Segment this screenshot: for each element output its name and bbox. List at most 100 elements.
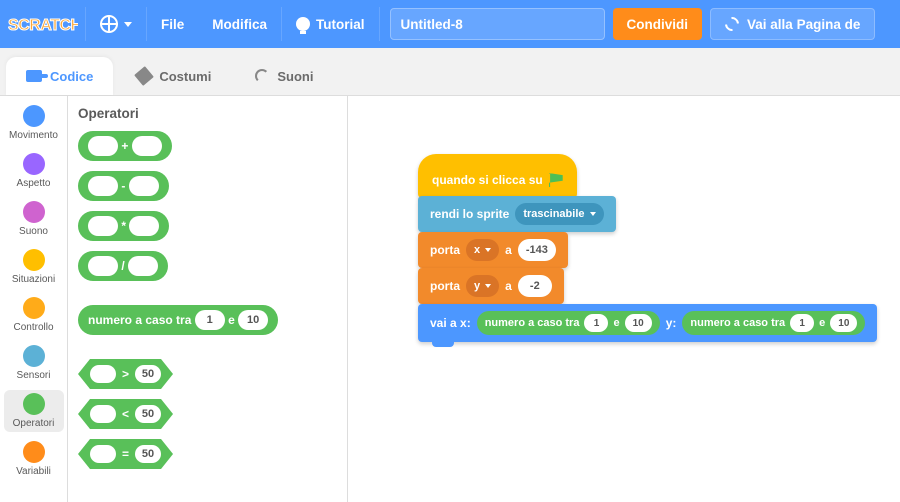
number-input[interactable]: 10 (625, 314, 652, 332)
number-input[interactable]: 10 (830, 314, 857, 332)
drag-mode-value: trascinabile (523, 208, 584, 220)
drag-label: rendi lo sprite (430, 207, 509, 221)
sound-icon (255, 69, 269, 83)
share-button[interactable]: Condividi (613, 8, 703, 40)
chevron-down-icon (590, 212, 596, 216)
language-menu[interactable] (86, 0, 146, 48)
operator-lt-block[interactable]: < 50 (78, 399, 173, 429)
category-variables[interactable]: Variabili (4, 438, 64, 480)
number-input[interactable] (90, 445, 116, 463)
category-dot (23, 297, 45, 319)
number-input[interactable] (88, 256, 118, 276)
set-label: porta (430, 243, 460, 257)
globe-icon (100, 15, 118, 33)
number-input[interactable] (90, 365, 116, 383)
operator-multiply-block[interactable]: * (78, 211, 169, 241)
number-input[interactable]: -2 (518, 275, 552, 297)
when-flag-clicked-block[interactable]: quando si clicca su (418, 154, 577, 198)
remix-icon (722, 14, 742, 34)
number-input[interactable] (128, 256, 158, 276)
see-project-page-button[interactable]: Vai alla Pagina de (710, 8, 875, 40)
script-canvas[interactable]: quando si clicca su rendi lo sprite tras… (348, 96, 900, 502)
file-menu[interactable]: File (147, 0, 198, 48)
set-x-block[interactable]: porta x a -143 (418, 232, 568, 268)
number-input[interactable]: 50 (135, 405, 161, 423)
category-label: Situazioni (12, 274, 55, 285)
variable-dropdown[interactable]: y (466, 275, 499, 297)
category-label: Sensori (17, 370, 51, 381)
set-y-block[interactable]: porta y a -2 (418, 268, 564, 304)
operator-eq-block[interactable]: = 50 (78, 439, 173, 469)
operator-random-reporter[interactable]: numero a caso tra 1 e 10 (477, 311, 660, 335)
tab-sounds[interactable]: Suoni (235, 57, 333, 95)
goto-y-label: y: (666, 316, 677, 330)
op-symbol: > (122, 367, 129, 381)
number-input[interactable] (90, 405, 116, 423)
number-input[interactable] (129, 176, 159, 196)
category-dot (23, 201, 45, 223)
category-dot (23, 153, 45, 175)
category-sensing[interactable]: Sensori (4, 342, 64, 384)
tab-code[interactable]: Codice (6, 57, 113, 95)
goto-xy-block[interactable]: vai a x: numero a caso tra 1 e 10 y: num… (418, 304, 877, 342)
edit-menu[interactable]: Modifica (198, 0, 281, 48)
random-label-pre: numero a caso tra (88, 313, 191, 327)
tab-costumes[interactable]: Costumi (117, 57, 231, 95)
number-input[interactable] (132, 136, 162, 156)
op-symbol: < (122, 407, 129, 421)
operator-add-block[interactable]: + (78, 131, 172, 161)
tutorials-button[interactable]: Tutorial (282, 0, 379, 48)
goto-label: vai a x: (430, 316, 471, 330)
number-input[interactable] (129, 216, 159, 236)
variable-dropdown[interactable]: x (466, 239, 499, 261)
svg-text:SCRATCH: SCRATCH (8, 17, 78, 34)
operator-subtract-block[interactable]: - (78, 171, 169, 201)
op-symbol: / (121, 259, 124, 273)
category-column: Movimento Aspetto Suono Situazioni Contr… (0, 96, 68, 502)
lightbulb-icon (296, 17, 310, 31)
category-operators[interactable]: Operatori (4, 390, 64, 432)
category-looks[interactable]: Aspetto (4, 150, 64, 192)
tab-sounds-label: Suoni (277, 69, 313, 84)
number-input[interactable]: 1 (790, 314, 814, 332)
number-input[interactable]: 1 (584, 314, 608, 332)
community-label: Vai alla Pagina de (747, 17, 860, 32)
number-input[interactable] (88, 136, 118, 156)
category-events[interactable]: Situazioni (4, 246, 64, 288)
drag-mode-dropdown[interactable]: trascinabile (515, 203, 603, 225)
palette-heading: Operatori (78, 106, 337, 121)
category-sound[interactable]: Suono (4, 198, 64, 240)
number-input[interactable]: 50 (135, 445, 161, 463)
number-input[interactable]: -143 (518, 239, 556, 261)
number-input[interactable] (88, 176, 118, 196)
category-dot (23, 249, 45, 271)
number-input[interactable]: 50 (135, 365, 161, 383)
number-input[interactable] (88, 216, 118, 236)
category-motion[interactable]: Movimento (4, 102, 64, 144)
chevron-down-icon (124, 22, 132, 27)
project-title-input[interactable]: Untitled-8 (390, 8, 605, 40)
variable-value: x (474, 244, 480, 256)
hat-label: quando si clicca su (432, 173, 543, 187)
to-label: a (505, 279, 512, 293)
code-icon (26, 70, 42, 82)
random-label-mid: e (613, 317, 619, 329)
editor-main: Movimento Aspetto Suono Situazioni Contr… (0, 96, 900, 502)
operator-gt-block[interactable]: > 50 (78, 359, 173, 389)
share-label: Condividi (627, 17, 689, 32)
project-title-value: Untitled-8 (401, 17, 463, 32)
random-label-pre: numero a caso tra (690, 317, 785, 329)
category-dot (23, 105, 45, 127)
category-label: Suono (19, 226, 48, 237)
operator-divide-block[interactable]: / (78, 251, 168, 281)
set-drag-mode-block[interactable]: rendi lo sprite trascinabile (418, 196, 616, 232)
operator-random-reporter[interactable]: numero a caso tra 1 e 10 (682, 311, 865, 335)
operator-random-block[interactable]: numero a caso tra 1 e 10 (78, 305, 278, 335)
category-control[interactable]: Controllo (4, 294, 64, 336)
number-input[interactable]: 1 (195, 310, 225, 330)
green-flag-icon (549, 173, 563, 187)
scratch-logo[interactable]: SCRATCH (0, 0, 85, 48)
tab-costumes-label: Costumi (159, 69, 211, 84)
number-input[interactable]: 10 (238, 310, 268, 330)
op-symbol: - (121, 179, 125, 193)
